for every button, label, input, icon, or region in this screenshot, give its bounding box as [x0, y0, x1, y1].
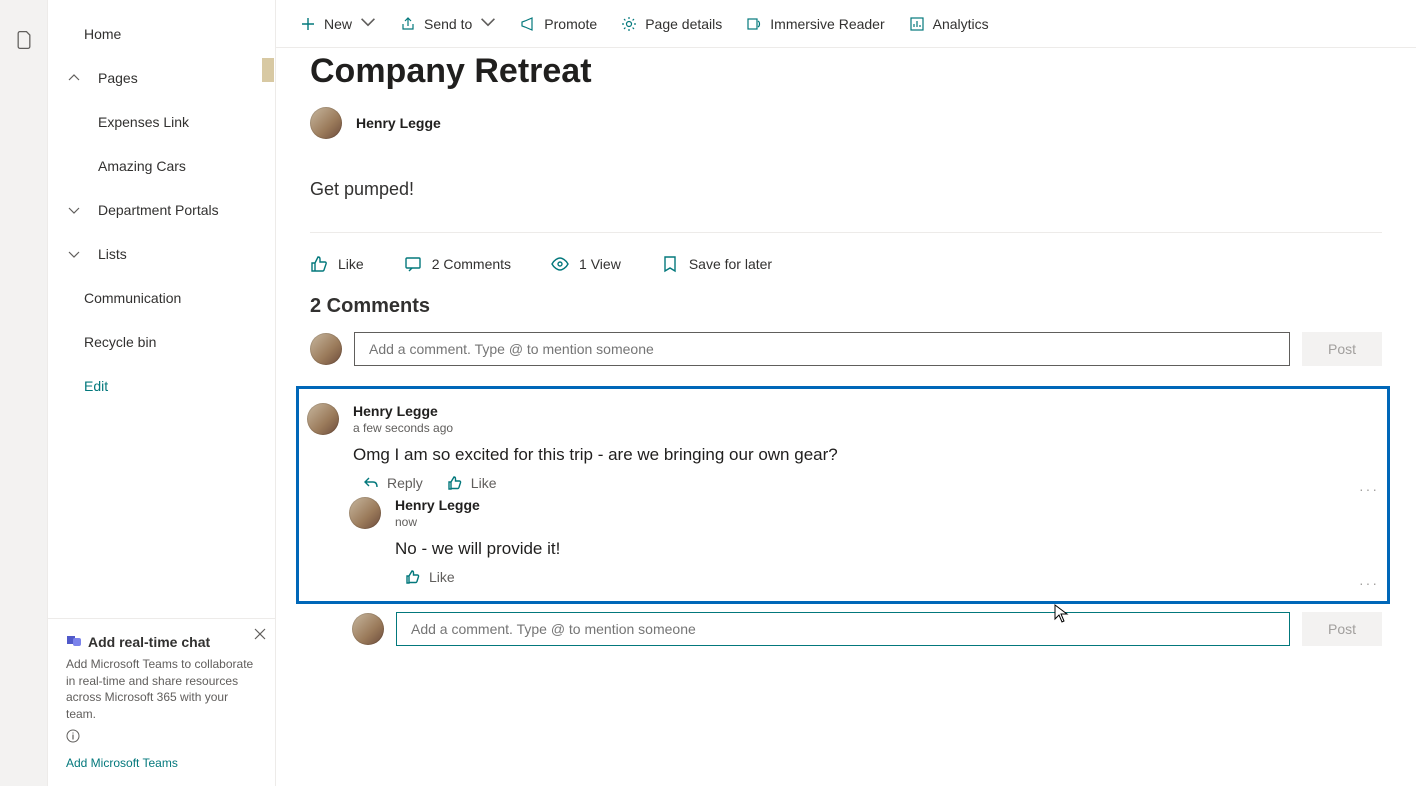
comment-text: No - we will provide it!	[395, 539, 1379, 559]
comment-input[interactable]	[354, 332, 1290, 366]
more-icon[interactable]: ···	[1359, 575, 1379, 591]
send-to-button[interactable]: Send to	[400, 14, 496, 33]
author-row: Henry Legge	[310, 107, 1382, 139]
immersive-reader-button[interactable]: Immersive Reader	[746, 16, 884, 32]
promo-desc: Add Microsoft Teams to collaborate in re…	[66, 656, 257, 723]
comment: Henry Legge a few seconds ago Omg I am s…	[307, 403, 1379, 491]
comment-time: now	[395, 515, 1379, 529]
actions-bar: Like 2 Comments 1 View Save for later	[310, 255, 1382, 273]
info-icon[interactable]	[66, 729, 257, 746]
main: New Send to Promote Page details Immersi…	[276, 0, 1416, 786]
avatar[interactable]	[349, 497, 381, 529]
post-button[interactable]: Post	[1302, 332, 1382, 366]
nav-amazing-cars[interactable]: Amazing Cars	[48, 144, 275, 188]
nav-edit[interactable]: Edit	[48, 364, 275, 408]
share-icon	[400, 16, 416, 32]
author-name: Henry Legge	[356, 115, 441, 131]
promote-button[interactable]: Promote	[520, 16, 597, 32]
promo-card: Add real-time chat Add Microsoft Teams t…	[48, 618, 275, 786]
nav-expenses[interactable]: Expenses Link	[48, 100, 275, 144]
like-icon	[447, 475, 463, 491]
avatar[interactable]	[307, 403, 339, 435]
like-icon	[405, 569, 421, 585]
gear-icon	[621, 16, 637, 32]
comments-count[interactable]: 2 Comments	[404, 255, 511, 273]
like-icon	[310, 255, 328, 273]
chevron-down-icon	[68, 204, 82, 216]
body-text: Get pumped!	[310, 179, 1382, 200]
chevron-up-icon	[68, 72, 82, 84]
app-rail	[0, 0, 48, 786]
like-button[interactable]: Like	[405, 569, 455, 585]
document-icon	[14, 30, 34, 786]
comment-time: a few seconds ago	[353, 421, 1379, 435]
nav: Home Pages Expenses Link Amazing Cars De…	[48, 0, 275, 618]
nav-home[interactable]: Home	[48, 12, 275, 56]
like-button[interactable]: Like	[447, 475, 497, 491]
avatar	[310, 333, 342, 365]
post-button[interactable]: Post	[1302, 612, 1382, 646]
reply-icon	[363, 475, 379, 491]
plus-icon	[300, 16, 316, 32]
analytics-button[interactable]: Analytics	[909, 16, 989, 32]
nav-lists[interactable]: Lists	[48, 232, 275, 276]
megaphone-icon	[520, 16, 536, 32]
chart-icon	[909, 16, 925, 32]
comment-reply: Henry Legge now No - we will provide it!…	[349, 497, 1379, 585]
comment-icon	[404, 255, 422, 273]
sidebar: Home Pages Expenses Link Amazing Cars De…	[48, 0, 276, 786]
accent-tab	[262, 58, 274, 82]
page-details-button[interactable]: Page details	[621, 16, 722, 32]
teams-icon	[66, 633, 82, 652]
like-button[interactable]: Like	[310, 255, 364, 273]
chevron-down-icon	[68, 248, 82, 260]
toolbar: New Send to Promote Page details Immersi…	[276, 0, 1416, 48]
views-count: 1 View	[551, 255, 621, 273]
nav-pages[interactable]: Pages	[48, 56, 275, 100]
comments-heading: 2 Comments	[310, 295, 1382, 318]
comment-author: Henry Legge	[395, 497, 1379, 513]
new-button[interactable]: New	[300, 14, 376, 33]
divider	[310, 232, 1382, 233]
comment-text: Omg I am so excited for this trip - are …	[353, 445, 1379, 465]
promo-title: Add real-time chat	[66, 633, 257, 652]
bookmark-icon	[661, 255, 679, 273]
reply-input-row: Post	[352, 612, 1382, 646]
chevron-down-icon	[480, 14, 496, 33]
nav-department-portals[interactable]: Department Portals	[48, 188, 275, 232]
chevron-down-icon	[360, 14, 376, 33]
reply-button[interactable]: Reply	[363, 475, 423, 491]
avatar[interactable]	[310, 107, 342, 139]
promo-link[interactable]: Add Microsoft Teams	[66, 756, 257, 770]
avatar	[352, 613, 384, 645]
nav-communication[interactable]: Communication	[48, 276, 275, 320]
page-content: Company Retreat Henry Legge Get pumped! …	[276, 48, 1416, 686]
close-icon[interactable]	[253, 627, 267, 644]
eye-icon	[551, 255, 569, 273]
save-button[interactable]: Save for later	[661, 255, 772, 273]
comment-author: Henry Legge	[353, 403, 1379, 419]
reader-icon	[746, 16, 762, 32]
comment-input-row: Post	[310, 332, 1382, 366]
comments-highlight: Henry Legge a few seconds ago Omg I am s…	[296, 386, 1390, 604]
page-title: Company Retreat	[310, 52, 1382, 91]
nav-recycle-bin[interactable]: Recycle bin	[48, 320, 275, 364]
more-icon[interactable]: ···	[1359, 481, 1379, 497]
reply-input[interactable]	[396, 612, 1290, 646]
